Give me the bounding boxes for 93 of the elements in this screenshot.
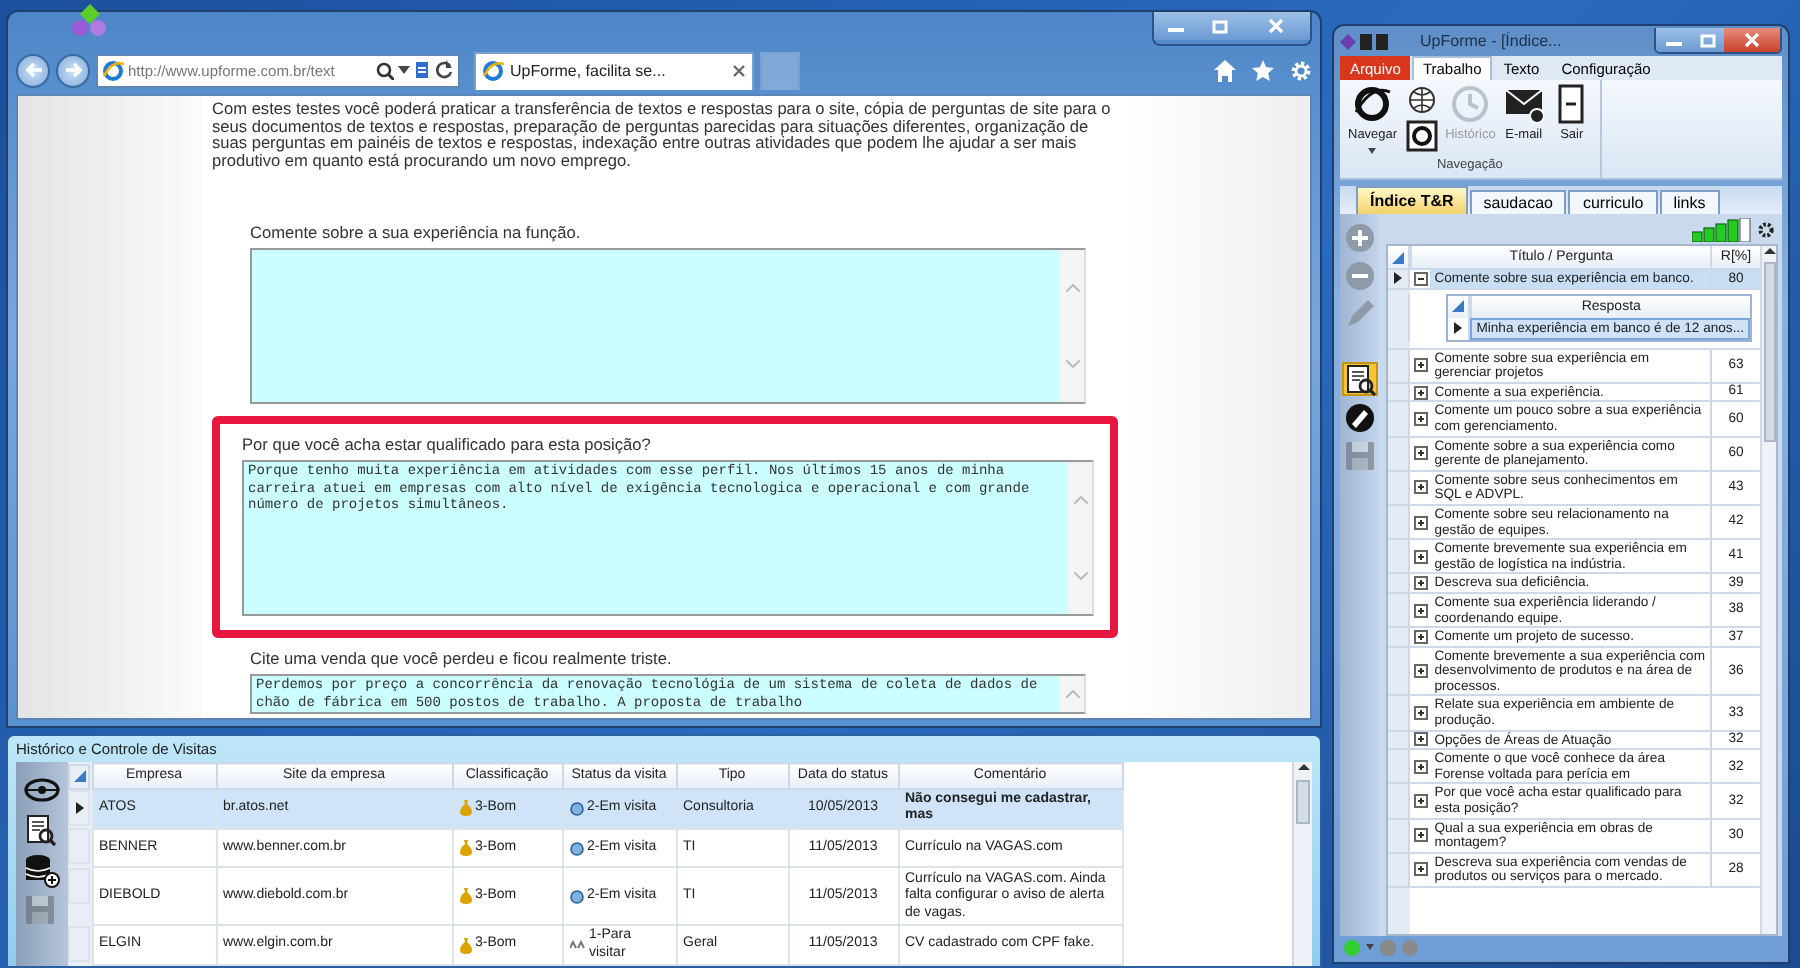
question-label: Comente sobre a sua experiência na função. bbox=[250, 224, 583, 245]
scrollbar[interactable] bbox=[1760, 246, 1776, 934]
maximize-button[interactable] bbox=[1690, 28, 1724, 52]
caret-icon bbox=[1368, 147, 1377, 154]
clock-icon bbox=[1450, 84, 1491, 124]
home-icon[interactable] bbox=[1214, 59, 1236, 81]
close-button[interactable] bbox=[1724, 28, 1780, 52]
database-add-icon bbox=[24, 854, 60, 888]
app-logo-icon bbox=[68, 4, 112, 40]
corner-icon bbox=[1452, 300, 1465, 313]
collapse-icon[interactable] bbox=[1413, 271, 1428, 286]
document-search-icon bbox=[1343, 363, 1376, 395]
globe-icon bbox=[569, 889, 583, 904]
question-label: Por que você acha estar qualificado para esta posição? bbox=[242, 436, 653, 457]
expand-icon[interactable] bbox=[1413, 759, 1428, 774]
browser-tab[interactable]: UpForme, facilita se... bbox=[474, 51, 754, 89]
web-button[interactable] bbox=[1403, 84, 1440, 116]
expand-icon[interactable] bbox=[1413, 862, 1428, 877]
expand-icon[interactable] bbox=[1413, 664, 1428, 679]
star-icon[interactable] bbox=[1252, 59, 1274, 81]
question-label: Cite uma venda que você perdeu e ficou realmente triste. bbox=[250, 650, 674, 671]
expand-icon[interactable] bbox=[1413, 515, 1428, 530]
back-button[interactable] bbox=[16, 53, 50, 87]
document-tab[interactable]: links bbox=[1659, 190, 1720, 214]
document-tab[interactable]: saudacao bbox=[1469, 190, 1567, 214]
row-pointer-icon bbox=[1394, 272, 1403, 285]
plus-icon bbox=[1343, 221, 1376, 253]
corner-icon bbox=[73, 770, 85, 782]
minus-icon bbox=[1343, 259, 1376, 291]
expand-icon[interactable] bbox=[1413, 603, 1428, 617]
expand-icon[interactable] bbox=[1413, 828, 1428, 843]
expand-icon[interactable] bbox=[1413, 629, 1428, 644]
expand-icon[interactable] bbox=[1413, 732, 1428, 747]
pencil-icon bbox=[1343, 297, 1376, 329]
expand-icon[interactable] bbox=[1413, 358, 1428, 373]
footprints-icon bbox=[569, 940, 585, 951]
eraser-icon bbox=[1343, 401, 1376, 433]
scroll-thumb[interactable] bbox=[1296, 780, 1310, 824]
expand-icon[interactable] bbox=[1413, 411, 1428, 426]
scrollbar[interactable] bbox=[1292, 762, 1312, 966]
network-button[interactable] bbox=[22, 774, 62, 808]
back-arrow-icon bbox=[23, 62, 43, 78]
refresh-icon[interactable] bbox=[434, 60, 454, 80]
maximize-icon bbox=[1699, 33, 1715, 47]
minimize-button[interactable] bbox=[1154, 12, 1198, 40]
money-bag-icon bbox=[459, 800, 471, 817]
eraser-button[interactable] bbox=[1341, 400, 1378, 434]
minimize-button[interactable] bbox=[1656, 28, 1690, 52]
expand-icon[interactable] bbox=[1413, 446, 1428, 461]
page-icon[interactable] bbox=[414, 60, 430, 80]
close-icon bbox=[1744, 32, 1760, 48]
money-bag-icon bbox=[459, 937, 471, 954]
remove-button[interactable] bbox=[1341, 258, 1378, 292]
expand-icon[interactable] bbox=[1413, 794, 1428, 809]
corner-icon bbox=[1392, 251, 1405, 263]
document-tab[interactable]: Índice T&R bbox=[1356, 186, 1468, 214]
globe-icon bbox=[1405, 84, 1438, 116]
window-title: UpForme - [Índice... bbox=[1420, 31, 1562, 51]
close-icon[interactable] bbox=[732, 64, 746, 78]
add-button[interactable] bbox=[1341, 220, 1378, 254]
intro-paragraph: Com estes testes você poderá praticar a transferência de textos e respostas para o site, cópia de perguntas de site para o seus documentos de textos e respostas, preparação de perguntas parecidas para situações diferentes, organização de suas perguntas em painéis de textos e respostas, indexação entre outras atividades que podem lhe ajudar a ser mais produtivo em quanto está procurando um novo emprego. bbox=[212, 100, 1113, 169]
globe-icon bbox=[569, 841, 583, 855]
row-pointer-icon bbox=[75, 801, 83, 813]
forward-button[interactable] bbox=[56, 53, 90, 87]
document-search-icon bbox=[24, 814, 60, 848]
expand-icon[interactable] bbox=[1413, 549, 1428, 564]
scroll-up-icon[interactable] bbox=[1763, 246, 1775, 256]
money-bag-icon bbox=[459, 840, 471, 856]
caret-icon[interactable] bbox=[398, 66, 410, 74]
scroll-thumb[interactable] bbox=[1763, 262, 1775, 442]
envelope-icon bbox=[1503, 84, 1544, 124]
network-icon bbox=[24, 774, 60, 808]
save-icon bbox=[1343, 439, 1376, 471]
document-tab[interactable]: curriculo bbox=[1568, 190, 1658, 214]
search-button[interactable] bbox=[22, 814, 62, 848]
close-button[interactable] bbox=[1242, 12, 1310, 40]
row-pointer-icon bbox=[1454, 322, 1463, 335]
globe-icon bbox=[569, 801, 583, 816]
money-bag-icon bbox=[459, 888, 471, 905]
expand-icon[interactable] bbox=[1413, 576, 1428, 591]
search-icon[interactable] bbox=[376, 61, 394, 79]
expand-icon[interactable] bbox=[1413, 385, 1428, 400]
scroll-up-icon[interactable] bbox=[1297, 762, 1309, 772]
close-icon bbox=[1268, 18, 1284, 34]
expand-icon[interactable] bbox=[1413, 480, 1428, 495]
maximize-icon bbox=[1212, 19, 1228, 33]
search-button[interactable] bbox=[1341, 362, 1378, 396]
add-record-button[interactable] bbox=[22, 854, 62, 888]
save-icon bbox=[24, 894, 60, 928]
app-logo-icon bbox=[1340, 33, 1356, 49]
forward-arrow-icon bbox=[63, 62, 83, 78]
expand-icon[interactable] bbox=[1413, 706, 1428, 721]
settings-icon[interactable] bbox=[1758, 221, 1774, 237]
